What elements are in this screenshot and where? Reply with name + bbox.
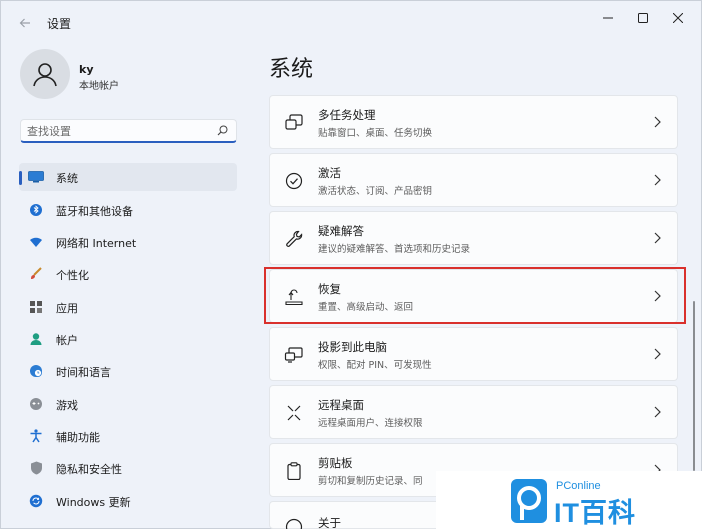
minimize-button[interactable]	[591, 7, 625, 29]
maximize-button[interactable]	[626, 7, 660, 29]
card-remote-desktop[interactable]: 远程桌面 远程桌面用户、连接权限	[269, 385, 678, 439]
close-button[interactable]	[661, 7, 695, 29]
watermark: PConline IT百科	[436, 471, 702, 529]
card-subtitle: 远程桌面用户、连接权限	[318, 418, 423, 429]
sidebar-item-accounts[interactable]: 帐户	[19, 325, 237, 353]
search-input[interactable]	[27, 123, 207, 139]
scrollbar[interactable]	[693, 301, 695, 471]
profile-name: ky	[79, 63, 94, 76]
sidebar-item-network[interactable]: 网络和 Internet	[19, 228, 237, 256]
card-title: 多任务处理	[318, 108, 376, 122]
chevron-right-icon	[654, 174, 661, 186]
sidebar-item-label: 辅助功能	[56, 431, 100, 444]
page-title: 系统	[269, 57, 314, 82]
card-title: 远程桌面	[318, 398, 364, 412]
profile-account-type: 本地帐户	[79, 81, 119, 92]
bluetooth-icon	[28, 203, 44, 217]
card-multitasking[interactable]: 多任务处理 贴靠窗口、桌面、任务切换	[269, 95, 678, 149]
sidebar-item-accessibility[interactable]: 辅助功能	[19, 422, 237, 450]
card-title: 疑难解答	[318, 224, 364, 238]
maximize-icon	[638, 13, 648, 23]
apps-icon	[28, 300, 44, 314]
projection-icon	[284, 347, 303, 363]
chevron-right-icon	[654, 232, 661, 244]
close-icon	[673, 13, 683, 23]
multitasking-icon	[285, 114, 303, 130]
back-arrow-icon	[19, 18, 30, 28]
card-title: 投影到此电脑	[318, 340, 387, 354]
chevron-right-icon	[654, 290, 661, 302]
sidebar-item-bluetooth[interactable]: 蓝牙和其他设备	[19, 196, 237, 224]
accessibility-icon	[28, 429, 44, 443]
back-button[interactable]	[13, 11, 37, 35]
card-troubleshoot[interactable]: 疑难解答 建议的疑难解答、首选项和历史记录	[269, 211, 678, 265]
shield-icon	[28, 461, 44, 475]
sidebar-item-label: 隐私和安全性	[56, 463, 122, 476]
sidebar-item-apps[interactable]: 应用	[19, 293, 237, 321]
remote-desktop-icon	[287, 405, 301, 421]
system-icon	[28, 170, 44, 184]
sidebar-item-label: 网络和 Internet	[56, 237, 137, 250]
sidebar-item-personalization[interactable]: 个性化	[19, 260, 237, 288]
avatar[interactable]	[20, 49, 70, 99]
sidebar-item-label: Windows 更新	[56, 496, 131, 509]
sidebar-item-privacy[interactable]: 隐私和安全性	[19, 454, 237, 482]
card-subtitle: 权限、配对 PIN、可发现性	[318, 360, 432, 371]
update-icon	[28, 494, 44, 508]
minimize-icon	[603, 17, 613, 19]
title-bar: 设置	[1, 1, 701, 41]
sidebar-item-label: 时间和语言	[56, 366, 111, 379]
globe-clock-icon	[28, 364, 44, 378]
chevron-right-icon	[654, 348, 661, 360]
activation-check-icon	[285, 172, 303, 190]
card-subtitle: 激活状态、订阅、产品密钥	[318, 186, 433, 197]
sidebar-item-label: 系统	[56, 172, 78, 185]
info-icon	[285, 518, 303, 529]
active-indicator	[19, 171, 22, 185]
wrench-icon	[286, 230, 303, 247]
sidebar-item-label: 游戏	[56, 399, 78, 412]
chevron-right-icon	[654, 406, 661, 418]
app-title: 设置	[47, 17, 72, 31]
watermark-big-text: IT百科	[554, 498, 636, 528]
clipboard-icon	[287, 462, 301, 480]
sidebar-item-time-language[interactable]: 时间和语言	[19, 357, 237, 385]
settings-window: 设置 ky 本地帐户 系统	[0, 0, 702, 529]
gamepad-icon	[28, 397, 44, 411]
sidebar-item-system[interactable]: 系统	[19, 163, 237, 191]
card-title: 关于	[318, 516, 341, 529]
card-activation[interactable]: 激活 激活状态、订阅、产品密钥	[269, 153, 678, 207]
pconline-logo-icon	[517, 486, 541, 520]
sidebar-item-windows-update[interactable]: Windows 更新	[19, 487, 237, 515]
chevron-right-icon	[654, 116, 661, 128]
sidebar-item-label: 蓝牙和其他设备	[56, 205, 133, 218]
recovery-icon	[285, 289, 303, 306]
brush-icon	[28, 267, 44, 281]
card-projection[interactable]: 投影到此电脑 权限、配对 PIN、可发现性	[269, 327, 678, 381]
search-box[interactable]	[20, 119, 237, 143]
card-subtitle: 贴靠窗口、桌面、任务切换	[318, 128, 433, 139]
card-title: 剪贴板	[318, 456, 353, 470]
card-subtitle: 剪切和复制历史记录、同	[318, 476, 423, 487]
sidebar-item-label: 应用	[56, 302, 78, 315]
sidebar-item-label: 帐户	[56, 334, 78, 347]
user-icon	[33, 63, 57, 87]
card-title: 激活	[318, 166, 341, 180]
card-title: 恢复	[318, 282, 341, 296]
search-icon[interactable]	[217, 125, 228, 136]
account-icon	[28, 332, 44, 346]
card-subtitle: 重置、高级启动、返回	[318, 302, 414, 313]
card-recovery[interactable]: 恢复 重置、高级启动、返回	[269, 269, 678, 323]
sidebar-item-gaming[interactable]: 游戏	[19, 390, 237, 418]
card-subtitle: 建议的疑难解答、首选项和历史记录	[318, 244, 471, 255]
watermark-logo	[511, 479, 547, 523]
wifi-icon	[28, 235, 44, 249]
sidebar-item-label: 个性化	[56, 269, 89, 282]
